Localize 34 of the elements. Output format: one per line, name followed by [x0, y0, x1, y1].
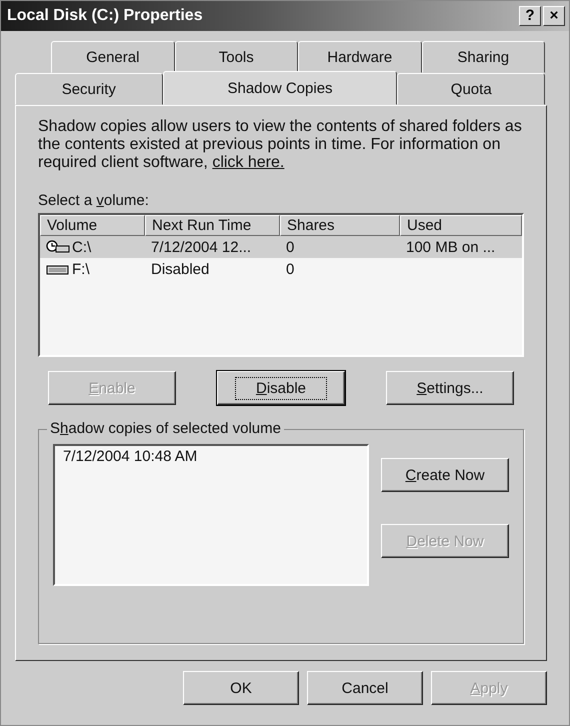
tab[interactable]: Tools [174, 41, 298, 73]
volume-row[interactable]: F:\ Disabled 0 [40, 258, 522, 280]
column-header[interactable]: Shares [280, 215, 400, 236]
volume-action-button[interactable]: Disable [217, 371, 345, 405]
select-volume-label: Select a volume: [38, 192, 150, 209]
window-title: Local Disk (C:) Properties [7, 7, 204, 25]
copy-action-button[interactable]: Create Now [381, 458, 509, 492]
table-cell: 0 [286, 260, 294, 278]
tab[interactable]: Quota [397, 73, 546, 105]
shadow-copy-item[interactable]: 7/12/2004 10:48 AM [63, 448, 359, 465]
column-header[interactable]: Used [400, 215, 522, 236]
table-cell: 100 MB on ... [406, 238, 496, 256]
table-cell: C:\ [72, 238, 92, 256]
clock-drive-icon [46, 240, 70, 254]
table-cell: 7/12/2004 12... [151, 238, 252, 256]
group-title: Shadow copies of selected volume [47, 420, 284, 437]
tab[interactable]: Hardware [298, 41, 422, 73]
help-button[interactable]: ? [519, 6, 541, 26]
tab[interactable]: General [51, 41, 174, 73]
description-text: Shadow copies allow users to view the contents of shared folders as the contents existed at previous points in time. For information on required client software, click here. [38, 118, 523, 172]
dialog-button[interactable]: OK [183, 671, 299, 705]
table-cell: 0 [286, 238, 294, 256]
tab[interactable]: Sharing [422, 41, 545, 73]
column-header[interactable]: Next Run Time [145, 215, 280, 236]
volume-row[interactable]: C:\ 7/12/2004 12... 0 100 MB on ... [40, 236, 522, 258]
volume-action-button[interactable]: Settings... [386, 371, 514, 405]
click-here-link[interactable]: click here. [212, 154, 284, 171]
table-cell: Disabled [151, 260, 210, 278]
column-header[interactable]: Volume [40, 215, 145, 236]
dialog-button[interactable]: Cancel [307, 671, 423, 705]
tab[interactable]: Shadow Copies [162, 71, 398, 105]
tab[interactable]: Security [15, 73, 163, 105]
table-cell: F:\ [72, 260, 90, 278]
close-button[interactable]: × [543, 6, 565, 26]
